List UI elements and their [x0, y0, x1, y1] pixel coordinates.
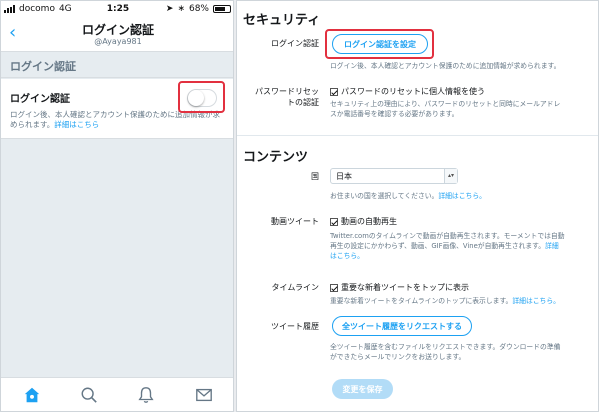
login-auth-label: ログイン認証 — [271, 39, 319, 48]
country-label: 国 — [311, 172, 319, 181]
checkbox-label: パスワードのリセットに個人情報を使う — [341, 87, 485, 96]
tweet-history-label: ツイート履歴 — [271, 322, 319, 331]
learn-more-link[interactable]: はこちら。 — [330, 252, 364, 260]
help-line: セキュリティ上の理由により、パスワードのリセットと同時にメールアドレ — [330, 100, 561, 108]
highlight-box — [178, 81, 225, 113]
country-help: お住まいの国を選択してください。詳細はこちら。 — [330, 191, 486, 201]
help-line: 全ツイート履歴を含むファイルをリクエストできます。ダウンロードの準備 — [330, 343, 561, 351]
web-settings: セキュリティ ログイン認証 ログイン認証を設定 ログイン後、本人確認とアカウント… — [236, 0, 599, 412]
search-icon[interactable] — [80, 386, 98, 404]
divider — [237, 135, 598, 136]
country-select[interactable]: 日本 ▴▾ — [330, 168, 458, 184]
battery-percent: 68% — [188, 4, 209, 14]
help-line: はこちら。 — [330, 251, 565, 261]
battery-icon — [213, 5, 231, 13]
help-text: 重要な新着ツイートをタイムラインのトップに表示します。 — [330, 297, 513, 305]
password-reset-help: セキュリティ上の理由により、パスワードのリセットと同時にメールアドレ スか電話番… — [330, 99, 560, 119]
status-bar: docomo 4G 1:25 ➤ ∗ 68% — [1, 1, 233, 18]
section-header: ログイン認証 — [1, 53, 233, 78]
checkbox-label: 重要な新着ツイートをトップに表示 — [341, 283, 469, 292]
label-line: パスワードリセッ — [255, 87, 319, 96]
checkbox-label: 動画の自動再生 — [341, 217, 397, 226]
help-text: お住まいの国を選択してください。 — [330, 192, 439, 200]
content-heading: コンテンツ — [243, 150, 309, 165]
status-right: ➤ ∗ 68% — [166, 4, 231, 14]
chevron-updown-icon: ▴▾ — [444, 169, 457, 183]
timeline-help: 重要な新着ツイートをタイムラインのトップに表示します。詳細はこちら。 — [330, 296, 560, 306]
password-reset-checkbox[interactable]: パスワードのリセットに個人情報を使う — [330, 86, 485, 97]
request-archive-button[interactable]: 全ツイート履歴をリクエストする — [332, 316, 472, 336]
top-tweets-checkbox[interactable]: 重要な新着ツイートをトップに表示 — [330, 282, 469, 293]
video-tweets-label: 動画ツイート — [271, 217, 319, 226]
setting-label: ログイン認証 — [10, 94, 70, 105]
autoplay-checkbox[interactable]: 動画の自動再生 — [330, 216, 397, 227]
help-line: スか電話番号を確認する必要があります。 — [330, 110, 459, 118]
security-heading: セキュリティ — [243, 13, 321, 28]
nav-title: ログイン認証 — [81, 23, 154, 37]
nav-subtitle: @Ayaya981 — [94, 37, 142, 46]
help-line: Twitter.comのタイムラインで動画が自動再生されます。モーメントでは自動 — [330, 232, 565, 240]
checkbox-check-icon[interactable] — [330, 283, 338, 292]
timeline-label: タイムライン — [271, 283, 319, 292]
help-line: 再生の設定にかかわらず、動画、GIF画像、Vineが自動再生されます。詳細 — [330, 241, 565, 251]
home-icon[interactable] — [23, 386, 41, 404]
learn-more-link[interactable]: 詳細はこちら。 — [512, 297, 560, 305]
label-line: トの認証 — [287, 98, 319, 107]
mobile-app: docomo 4G 1:25 ➤ ∗ 68% ‹ ログイン認証 @Ayaya98… — [0, 0, 234, 412]
setting-description: ログイン後、本人確認とアカウント保護のために追加情報が求められます。詳細はこちら — [10, 110, 220, 130]
password-reset-label: パスワードリセッ トの認証 — [241, 86, 319, 108]
help-line: ができたらメールでリンクをお送りします。 — [330, 353, 466, 361]
nav-bar: ‹ ログイン認証 @Ayaya981 — [1, 18, 233, 52]
login-auth-help: ログイン後、本人確認とアカウント保護のために追加情報が求められます。 — [330, 62, 561, 70]
checkbox-check-icon[interactable] — [330, 87, 338, 96]
tab-bar — [1, 377, 233, 411]
highlight-box — [325, 29, 434, 59]
bluetooth-icon: ∗ — [177, 4, 185, 14]
checkbox-check-icon[interactable] — [330, 217, 338, 226]
learn-more-link[interactable]: 詳細はこちら — [54, 120, 99, 129]
tweet-history-help: 全ツイート履歴を含むファイルをリクエストできます。ダウンロードの準備 ができたら… — [330, 342, 560, 362]
country-value: 日本 — [336, 172, 352, 181]
learn-more-link[interactable]: 詳細はこちら。 — [438, 192, 486, 200]
learn-more-link[interactable]: 詳細 — [545, 242, 559, 250]
screenshot-root: docomo 4G 1:25 ➤ ∗ 68% ‹ ログイン認証 @Ayaya98… — [0, 0, 599, 412]
bell-icon[interactable] — [137, 386, 155, 404]
location-icon: ➤ — [165, 4, 174, 14]
mail-icon[interactable] — [195, 386, 213, 404]
save-changes-button[interactable]: 変更を保存 — [332, 379, 393, 399]
help-text: 再生の設定にかかわらず、動画、GIF画像、Vineが自動再生されます。 — [330, 242, 546, 250]
video-tweets-help: Twitter.comのタイムラインで動画が自動再生されます。モーメントでは自動… — [330, 231, 565, 261]
